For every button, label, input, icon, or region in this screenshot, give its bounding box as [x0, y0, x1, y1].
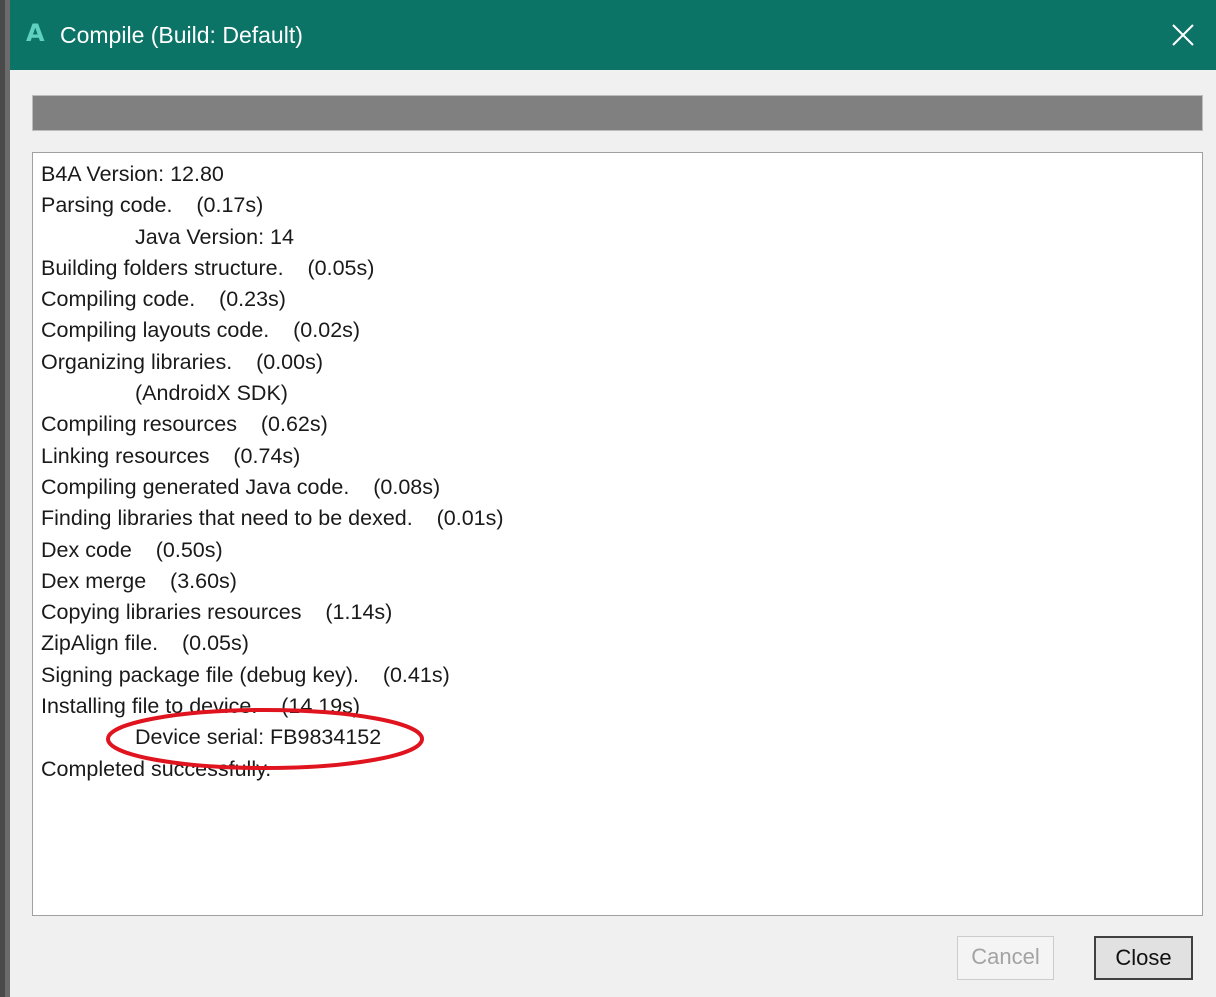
log-line: Compiling layouts code. (0.02s)	[41, 318, 361, 343]
log-line: Signing package file (debug key). (0.41s…	[41, 662, 450, 687]
title-bar[interactable]: A Compile (Build: Default)	[10, 0, 1216, 70]
log-line: Compiling code. (0.23s)	[41, 287, 286, 312]
progress-bar-fill	[33, 96, 1202, 130]
log-line: Completed successfully.	[41, 756, 272, 781]
cancel-button[interactable]: Cancel	[957, 936, 1054, 980]
log-line: Device serial: FB9834152	[135, 725, 382, 750]
compile-log[interactable]: B4A Version: 12.80 Parsing code. (0.17s) J…	[32, 152, 1203, 916]
dialog-body: B4A Version: 12.80 Parsing code. (0.17s) J…	[10, 70, 1216, 997]
window-title: Compile (Build: Default)	[60, 22, 303, 48]
log-line: Installing file to device. (14.19s)	[41, 694, 361, 719]
log-line: Dex code (0.50s)	[41, 537, 223, 562]
log-line: Java Version: 14	[135, 224, 294, 249]
log-line: ZipAlign file. (0.05s)	[41, 631, 249, 656]
compile-dialog: A Compile (Build: Default) B4A Version: …	[0, 0, 1216, 997]
log-line: Compiling generated Java code. (0.08s)	[41, 474, 441, 499]
log-line: Organizing libraries. (0.00s)	[41, 349, 323, 374]
log-line: Parsing code. (0.17s)	[41, 193, 264, 218]
b4a-app-icon: A	[26, 19, 45, 47]
log-line: Finding libraries that need to be dexed.…	[41, 506, 504, 531]
log-line: Compiling resources (0.62s)	[41, 412, 328, 437]
close-x-icon[interactable]	[1160, 12, 1206, 58]
log-line: B4A Version: 12.80	[41, 162, 224, 186]
log-line: Copying libraries resources (1.14s)	[41, 600, 393, 625]
progress-bar	[32, 95, 1203, 131]
log-line: Dex merge (3.60s)	[41, 568, 237, 593]
log-line: Building folders structure. (0.05s)	[41, 255, 375, 280]
log-line: (AndroidX SDK)	[135, 381, 288, 406]
log-line: Linking resources (0.74s)	[41, 443, 301, 468]
close-button[interactable]: Close	[1094, 936, 1193, 980]
